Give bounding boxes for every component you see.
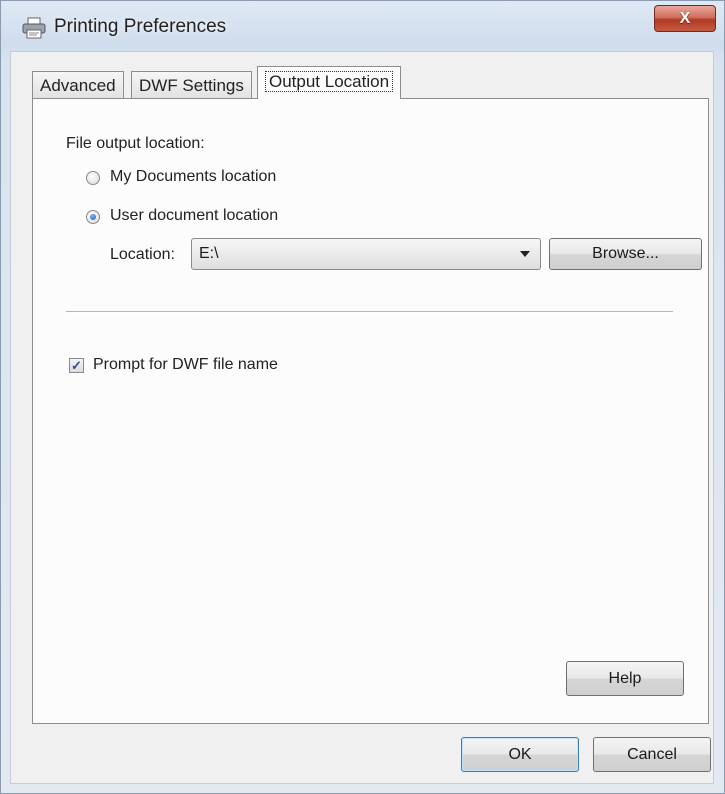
radio-label: User document location — [110, 207, 279, 224]
tab-panel-output-location: File output location: My Documents locat… — [32, 98, 709, 724]
location-dropdown[interactable]: E:\ — [191, 238, 541, 270]
tab-advanced[interactable]: Advanced — [32, 71, 124, 98]
radio-button[interactable] — [86, 210, 100, 224]
ok-button[interactable]: OK — [461, 737, 579, 772]
dialog-window: Printing Preferences X Advanced DWF Sett… — [0, 0, 725, 794]
location-label: Location: — [110, 246, 175, 263]
tab-label: DWF Settings — [139, 76, 244, 95]
tab-dwf-settings[interactable]: DWF Settings — [131, 71, 252, 98]
dialog-client-area: Advanced DWF Settings Output Location Fi… — [10, 51, 714, 784]
tab-label: Output Location — [265, 71, 394, 92]
browse-button[interactable]: Browse... — [549, 238, 702, 270]
cancel-button[interactable]: Cancel — [593, 737, 711, 772]
printer-icon — [22, 17, 46, 39]
help-button[interactable]: Help — [566, 661, 684, 696]
tab-output-location[interactable]: Output Location — [257, 66, 402, 99]
checkmark-icon: ✓ — [71, 358, 82, 373]
divider — [66, 311, 673, 313]
title-bar[interactable]: Printing Preferences X — [1, 1, 724, 51]
checkbox-label: Prompt for DWF file name — [93, 356, 278, 373]
close-icon: X — [679, 9, 691, 27]
radio-button[interactable] — [86, 171, 100, 185]
group-label-file-output: File output location: — [66, 135, 205, 152]
chevron-down-icon — [520, 251, 530, 257]
location-value: E:\ — [199, 245, 219, 262]
close-button[interactable]: X — [654, 5, 716, 32]
radio-label: My Documents location — [110, 168, 277, 185]
checkbox[interactable]: ✓ — [69, 358, 84, 373]
tab-label: Advanced — [40, 76, 116, 95]
window-title: Printing Preferences — [54, 16, 227, 37]
